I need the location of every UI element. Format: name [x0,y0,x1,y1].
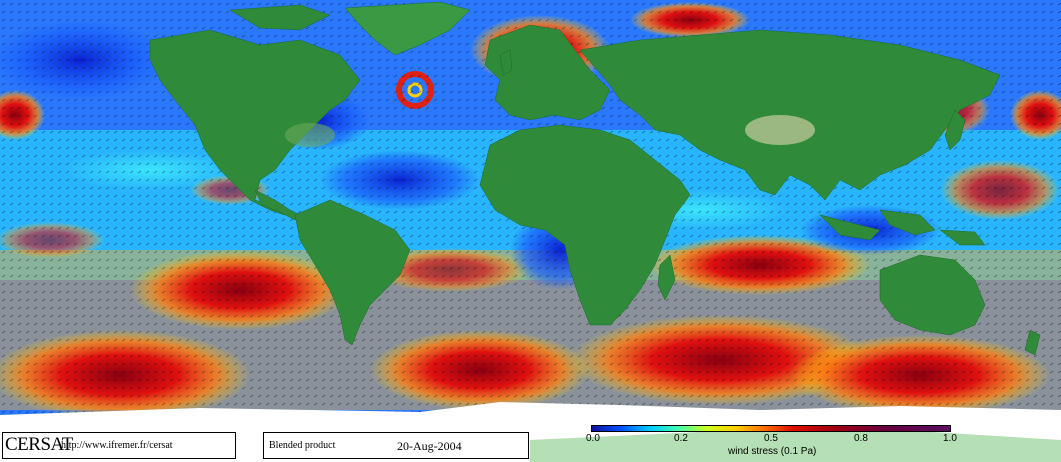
tibet-plateau [745,115,815,145]
colorbar-tick: 0.8 [854,433,868,444]
product-date: 20-Aug-2004 [397,439,462,453]
colorbar-tick: 0.5 [764,433,778,444]
colorbar-tick: 0.0 [586,433,600,444]
colorbar [591,425,951,432]
credit-box: CERSAT http://www.ifremer.fr/cersat [2,432,236,459]
cersat-url[interactable]: http://www.ifremer.fr/cersat [61,440,173,451]
product-name: Blended product [269,440,336,451]
wind-stress-map [0,0,1061,462]
colorbar-tick: 0.2 [674,433,688,444]
product-box: Blended product 20-Aug-2004 [263,432,529,459]
colorbar-label: wind stress (0.1 Pa) [728,446,817,457]
colorbar-tick: 1.0 [943,433,957,444]
world-map-svg [0,0,1061,462]
